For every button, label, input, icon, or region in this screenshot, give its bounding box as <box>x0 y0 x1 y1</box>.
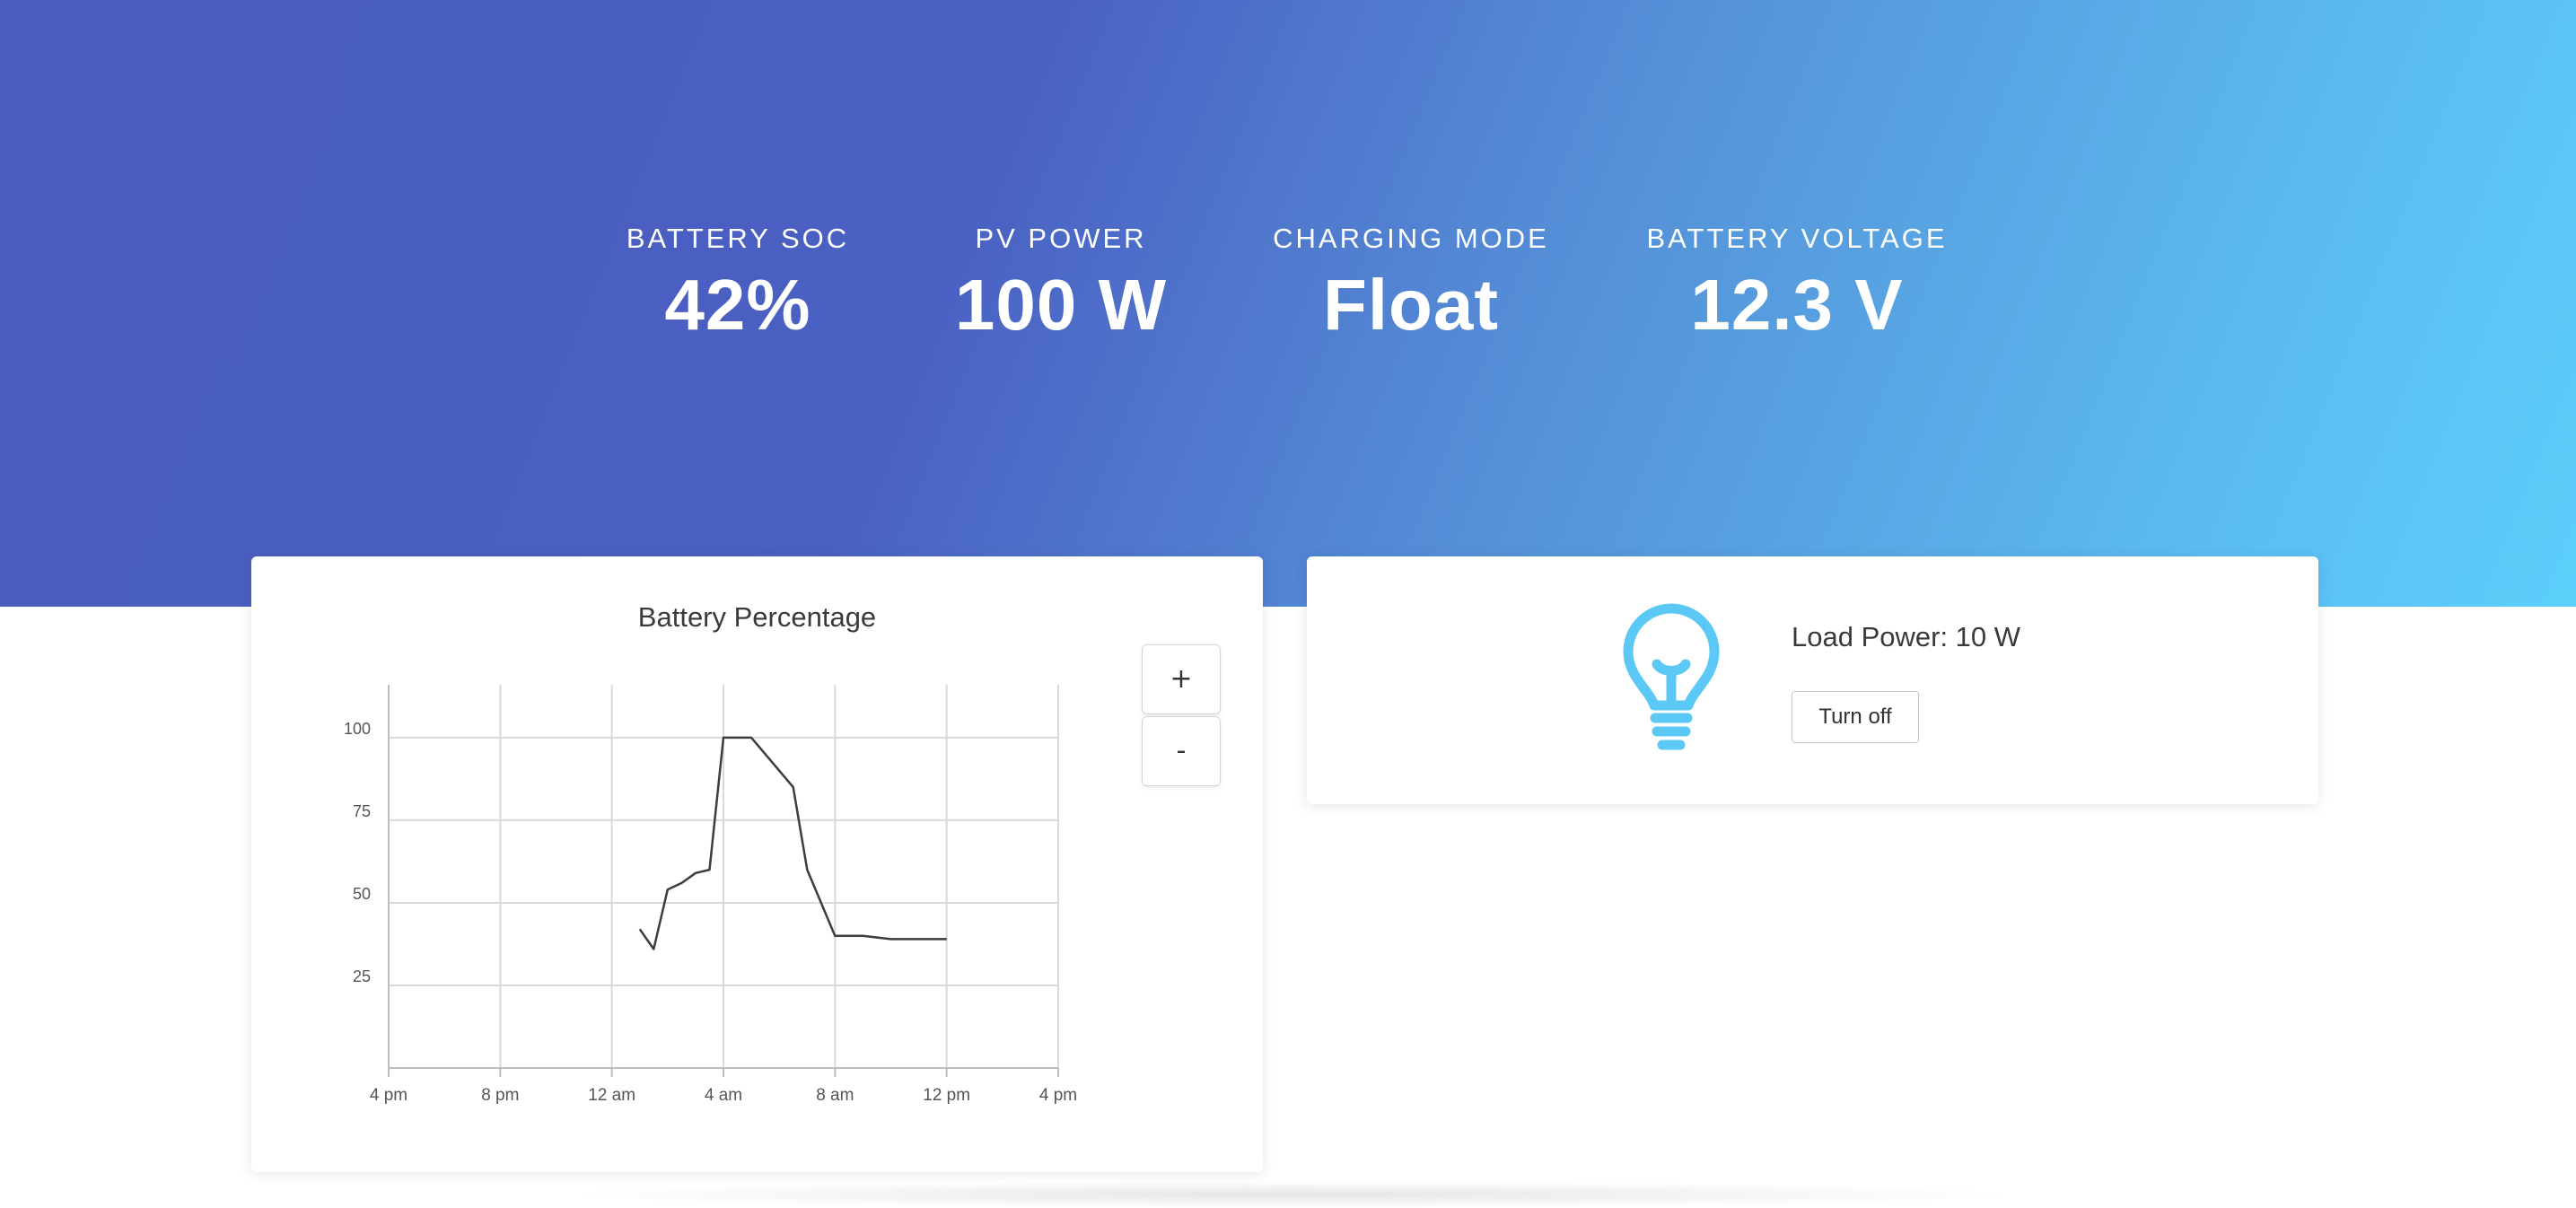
stat-label: BATTERY SOC <box>558 221 917 257</box>
stat-battery-voltage: BATTERY VOLTAGE 12.3 V <box>1617 221 1976 350</box>
load-power-label: Load Power: 10 W <box>1792 621 2020 653</box>
x-tick-label: 8 am <box>816 1086 854 1105</box>
y-tick-label: 100 <box>344 720 371 738</box>
load-card: Load Power: 10 W Turn off <box>1307 556 2318 804</box>
zoom-in-button[interactable]: + <box>1142 644 1221 714</box>
y-tick-label: 50 <box>353 885 371 903</box>
stat-battery-soc: BATTERY SOC 42% <box>558 221 917 350</box>
stats-row: BATTERY SOC 42% PV POWER 100 W CHARGING … <box>0 0 2576 607</box>
turn-off-button[interactable]: Turn off <box>1792 691 1919 743</box>
stat-value: 42% <box>558 260 917 350</box>
x-tick-label: 12 am <box>588 1086 635 1105</box>
stat-charging-mode: CHARGING MODE Float <box>1231 221 1590 350</box>
y-tick-label: 25 <box>353 967 371 985</box>
lightbulb-icon <box>1621 601 1722 750</box>
x-tick-label: 8 pm <box>481 1086 519 1105</box>
stat-label: BATTERY VOLTAGE <box>1617 221 1976 257</box>
shadow-divider <box>556 1181 2028 1208</box>
x-tick-label: 4 pm <box>1039 1086 1077 1105</box>
stat-pv-power: PV POWER 100 W <box>881 221 1240 350</box>
battery-series-line <box>640 738 947 950</box>
stat-label: PV POWER <box>881 221 1240 257</box>
battery-percentage-chart: 100 75 50 25 4 pm 8 pm 12 am 4 am 8 am 12 pm 4 pm <box>251 556 1263 1172</box>
x-tick-label: 4 pm <box>370 1086 407 1105</box>
battery-chart-card: Battery Percentage 1007550254 pm8 pm12 a… <box>251 556 1263 1172</box>
y-tick-label: 75 <box>353 802 371 820</box>
stat-label: CHARGING MODE <box>1231 221 1590 257</box>
x-tick-label: 12 pm <box>923 1086 970 1105</box>
stat-value: 100 W <box>881 260 1240 350</box>
zoom-out-button[interactable]: - <box>1142 716 1221 786</box>
x-tick-label: 4 am <box>705 1086 742 1105</box>
stat-value: 12.3 V <box>1617 260 1976 350</box>
stat-value: Float <box>1231 260 1590 350</box>
